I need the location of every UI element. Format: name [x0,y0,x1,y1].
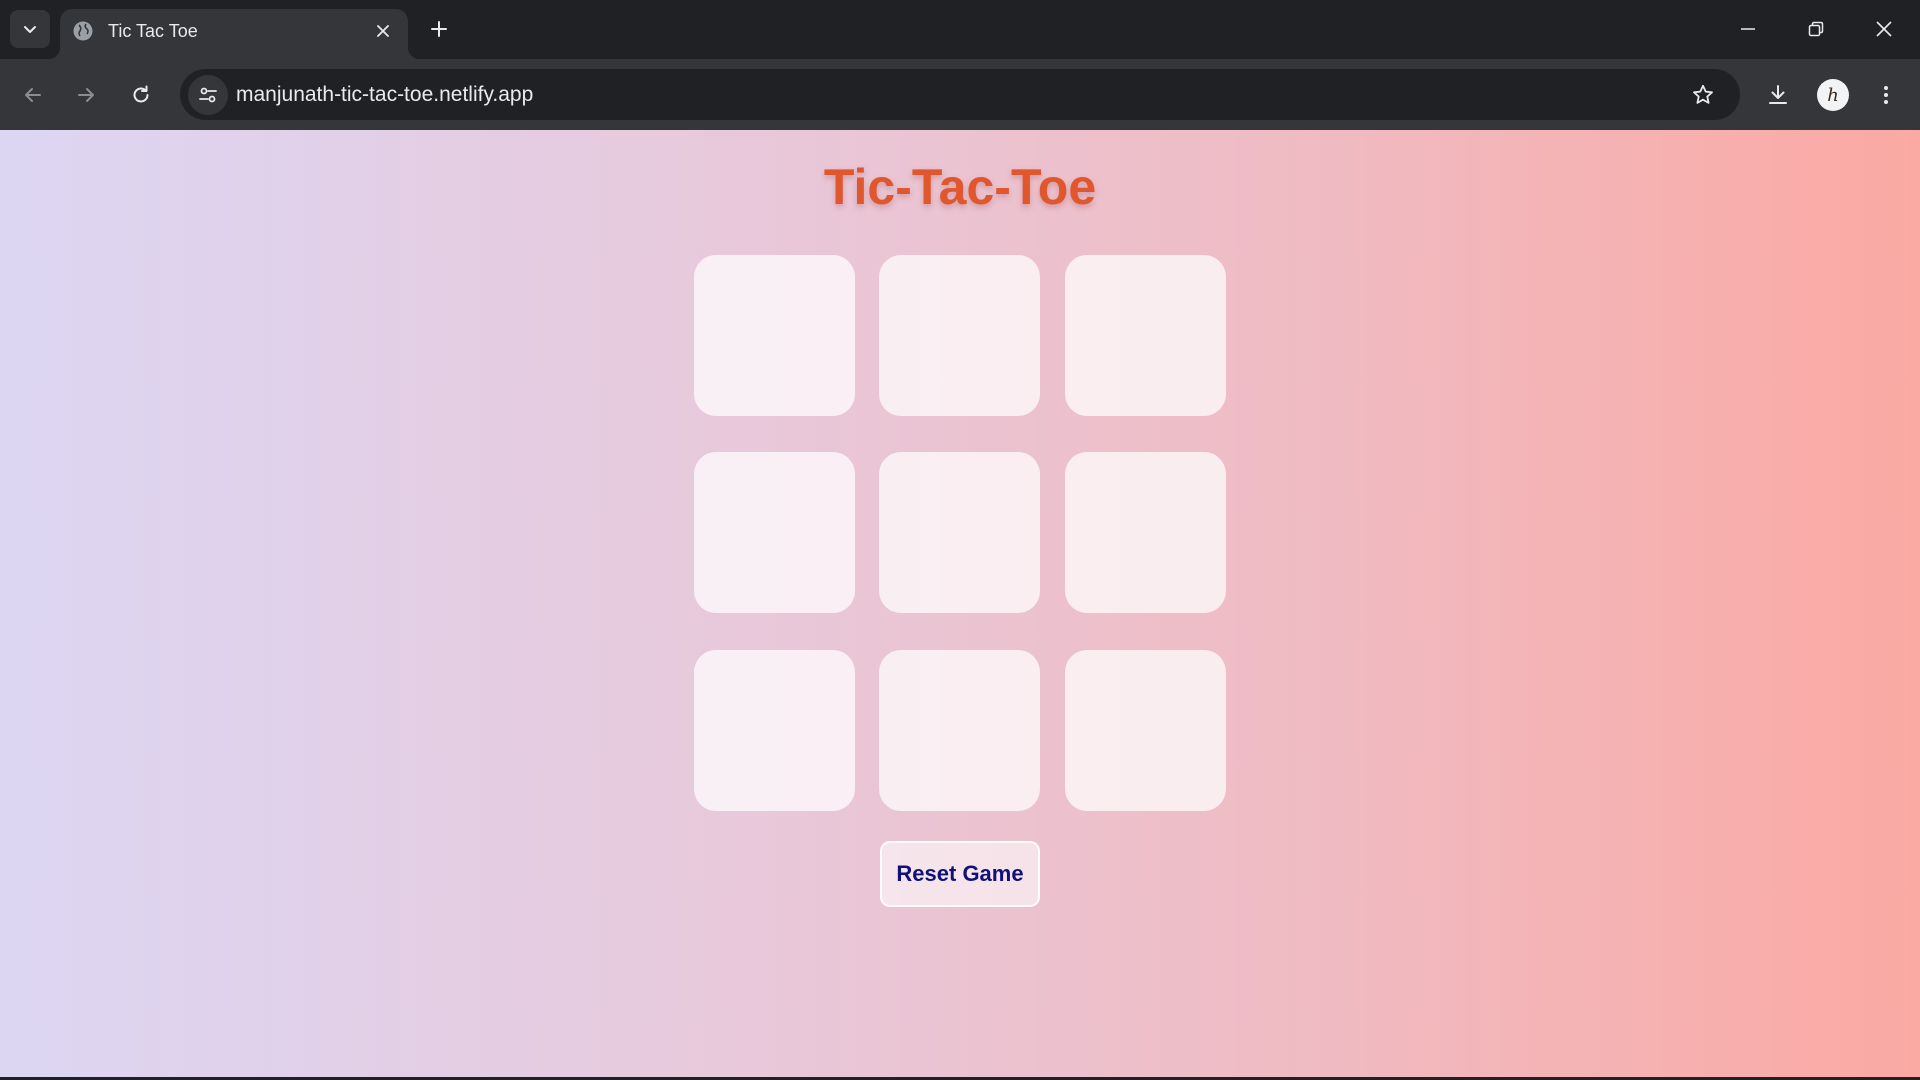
url-text[interactable]: manjunath-tic-tac-toe.netlify.app [236,83,533,107]
minimize-button[interactable] [1714,0,1782,58]
restore-icon [1808,21,1824,37]
download-icon [1769,85,1787,104]
board-cell-8[interactable] [879,650,1040,811]
tab-close-button[interactable] [370,18,396,44]
chevron-down-icon [24,26,36,33]
reload-icon [133,85,149,103]
tune-icon [199,87,217,103]
address-bar[interactable]: manjunath-tic-tac-toe.netlify.app [180,69,1740,120]
site-info-button[interactable] [188,75,228,115]
board-cell-1[interactable] [694,255,855,416]
more-vert-icon [1884,86,1888,104]
new-tab-button[interactable] [422,12,456,46]
star-icon [1693,84,1713,104]
board-cell-6[interactable] [1065,452,1226,613]
close-icon [1876,21,1892,37]
board-cell-7[interactable] [694,650,855,811]
reload-button[interactable] [121,75,161,115]
close-icon [377,25,389,37]
board-cell-9[interactable] [1065,650,1226,811]
minimize-icon [1741,28,1755,30]
globe-icon [73,21,93,41]
plus-icon [431,21,447,37]
board-cell-4[interactable] [694,452,855,613]
menu-button[interactable] [1866,75,1906,115]
bookmark-button[interactable] [1683,75,1723,115]
board-cell-5[interactable] [879,452,1040,613]
tab-strip: Tic Tac Toe [0,0,1920,59]
browser-toolbar: manjunath-tic-tac-toe.netlify.app [0,59,1920,130]
arrow-left-icon [25,88,41,102]
game-title: Tic-Tac-Toe [823,159,1097,215]
profile-avatar[interactable]: h [1817,79,1849,111]
forward-button[interactable] [66,75,106,115]
arrow-right-icon [78,88,94,102]
tab-search-button[interactable] [10,10,50,48]
browser-tab-active[interactable]: Tic Tac Toe [48,9,420,59]
game-board [694,255,1226,811]
tab-title: Tic Tac Toe [108,21,198,41]
page-viewport: Tic-Tac-Toe Reset Game [0,130,1920,1077]
downloads-button[interactable] [1758,75,1798,115]
board-cell-3[interactable] [1065,255,1226,416]
reset-game-button[interactable]: Reset Game [880,841,1040,907]
back-button[interactable] [13,75,53,115]
board-cell-2[interactable] [879,255,1040,416]
close-window-button[interactable] [1850,0,1918,58]
restore-button[interactable] [1782,0,1850,58]
